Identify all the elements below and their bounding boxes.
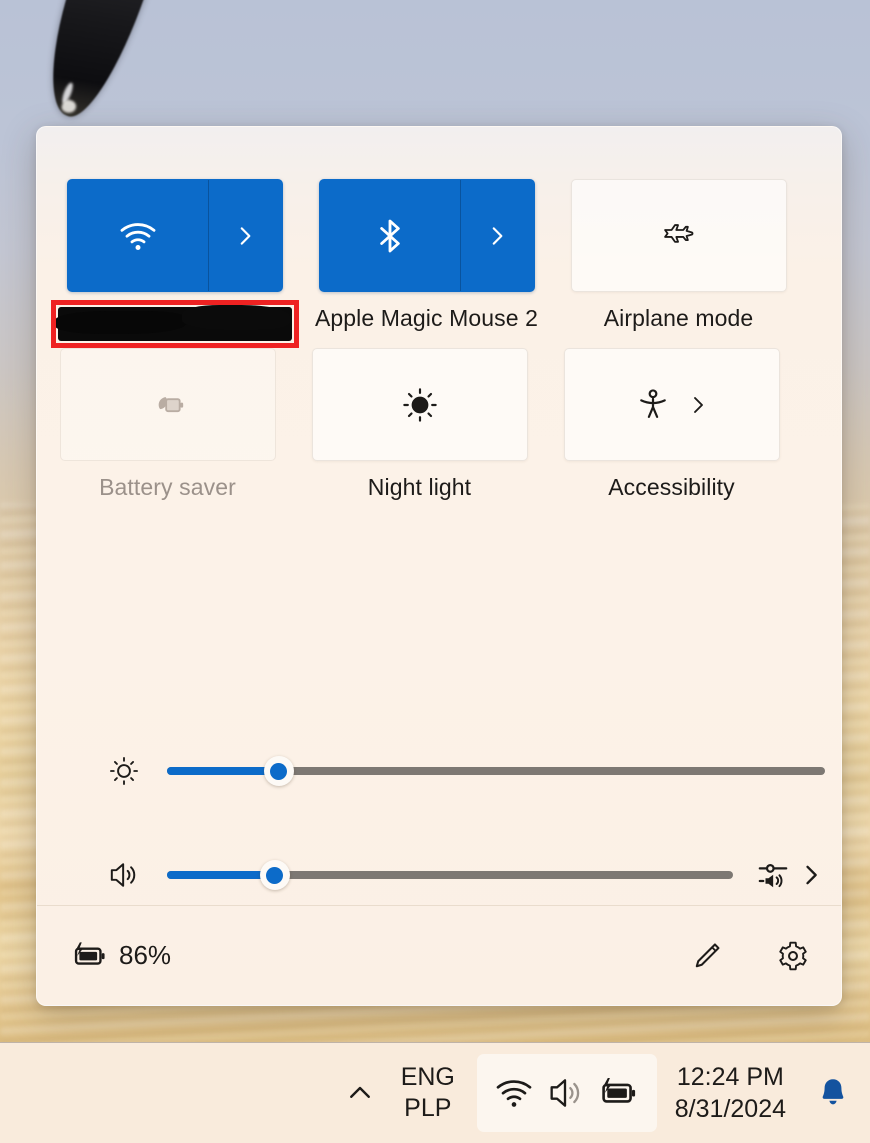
quick-settings-footer: 86% (37, 905, 842, 1005)
sound-mixer-icon[interactable] (755, 857, 791, 893)
tile-cell-bluetooth: Apple Magic Mouse 2 (305, 179, 548, 348)
wallpaper-dark-object (30, 0, 161, 127)
tile-cell-wifi (53, 179, 296, 348)
edit-quick-settings-button[interactable] (687, 936, 727, 976)
system-tray-icons[interactable] (477, 1054, 657, 1132)
quick-tile-airplane-mode[interactable] (571, 179, 787, 292)
chevron-right-icon (686, 393, 710, 417)
annotation-red-box (51, 300, 299, 348)
brightness-slider-row (37, 719, 842, 823)
quick-tile-accessibility[interactable] (564, 348, 780, 461)
quick-tile-label-battery-saver: Battery saver (99, 471, 236, 505)
quick-settings-tile-grid: Apple Magic Mouse 2 Airplane mode (37, 179, 842, 505)
tile-cell-battery-saver: Battery saver (46, 348, 289, 505)
taskbar: ENG PLP 12:24 PM 8/31/2024 (0, 1042, 870, 1143)
gear-icon (776, 939, 810, 973)
airplane-icon (660, 217, 698, 255)
airplane-mode-toggle-area[interactable] (572, 180, 786, 291)
volume-trailing-controls (755, 857, 825, 893)
quick-tile-battery-saver[interactable] (60, 348, 276, 461)
quick-settings-panel: Apple Magic Mouse 2 Airplane mode (36, 126, 842, 1006)
pencil-icon (690, 939, 724, 973)
tile-cell-airplane-mode: Airplane mode (557, 179, 800, 348)
quick-tile-label-airplane-mode: Airplane mode (604, 302, 754, 336)
night-light-icon (400, 385, 440, 425)
footer-actions (687, 936, 813, 976)
bluetooth-toggle-area[interactable] (320, 180, 460, 291)
chevron-right-icon (484, 223, 510, 249)
tile-cell-accessibility: Accessibility (550, 348, 793, 505)
clock-time: 12:24 PM (675, 1061, 786, 1094)
accessibility-content[interactable] (565, 349, 779, 460)
wifi-toggle-area[interactable] (68, 180, 208, 291)
tile-cell-night-light: Night light (298, 348, 541, 505)
battery-status[interactable]: 86% (71, 937, 171, 975)
quick-tile-bluetooth[interactable] (319, 179, 535, 292)
language-line-2: PLP (387, 1093, 469, 1125)
wifi-network-name-redaction (51, 300, 299, 348)
battery-percent-label: 86% (119, 940, 171, 971)
wifi-icon (118, 216, 158, 256)
clock-button[interactable]: 12:24 PM 8/31/2024 (675, 1061, 786, 1126)
quick-tile-label-bluetooth: Apple Magic Mouse 2 (315, 302, 538, 336)
chevron-right-icon (232, 223, 258, 249)
quick-settings-sliders (37, 719, 842, 927)
volume-expand-chevron-icon[interactable] (797, 861, 825, 889)
wifi-icon[interactable] (494, 1073, 534, 1113)
battery-saver-icon (148, 385, 188, 425)
language-line-1: ENG (387, 1062, 469, 1094)
volume-slider[interactable] (167, 863, 733, 887)
volume-icon[interactable] (546, 1073, 586, 1113)
brightness-slider[interactable] (167, 759, 825, 783)
notification-center-button[interactable] (810, 1075, 856, 1111)
bluetooth-expand-button[interactable] (460, 180, 534, 291)
quick-tile-label-accessibility: Accessibility (608, 471, 735, 505)
quick-tile-label-night-light: Night light (368, 471, 471, 505)
clock-date: 8/31/2024 (675, 1093, 786, 1126)
battery-charging-icon (71, 937, 109, 975)
wifi-expand-button[interactable] (208, 180, 282, 291)
volume-icon-wrap (101, 858, 147, 892)
quick-tile-night-light[interactable] (312, 348, 528, 461)
quick-tile-wifi[interactable] (67, 179, 283, 292)
volume-slider-thumb[interactable] (260, 860, 290, 890)
language-indicator-button[interactable]: ENG PLP (387, 1062, 469, 1125)
accessibility-icon (634, 386, 672, 424)
show-hidden-icons-button[interactable] (333, 1078, 387, 1108)
battery-saver-toggle-area[interactable] (61, 349, 275, 460)
brightness-icon-wrap (101, 754, 147, 788)
bell-icon (815, 1075, 851, 1111)
chevron-up-icon (345, 1078, 375, 1108)
bluetooth-icon (370, 216, 410, 256)
volume-slider-fill (167, 871, 275, 879)
night-light-toggle-area[interactable] (313, 349, 527, 460)
brightness-slider-thumb[interactable] (264, 756, 294, 786)
brightness-slider-fill (167, 767, 279, 775)
brightness-icon (107, 754, 141, 788)
all-settings-button[interactable] (773, 936, 813, 976)
battery-charging-icon[interactable] (598, 1072, 640, 1114)
volume-icon (107, 858, 141, 892)
